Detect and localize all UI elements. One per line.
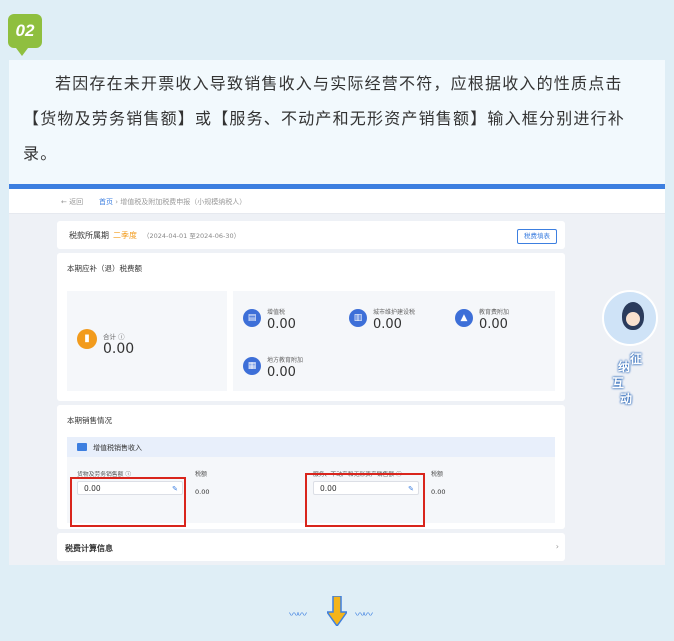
wave-right-icon: 〰〰 [355,610,373,621]
tax-due-title: 本期应补（退）税费额 [67,264,142,273]
goods-tax-value: 0.00 [195,488,210,496]
building-icon: ▥ [349,309,367,327]
goods-tax-label: 税额 [195,471,208,478]
scroll-down-indicator: 〰〰 〰〰 [289,596,385,630]
tax-period-season: 二季度 [113,231,137,240]
fill-form-button[interactable]: 税费填表 [517,229,557,244]
mascot-text-3: 互 [612,376,625,390]
tax-items-box: ▤ 增值税 0.00 ▥ 城市维护建设税 0.00 ▲ 教育费附加 0.00 ▦… [233,291,555,391]
tax-period-dates: （2024-04-01 至2024-06-30） [143,232,241,240]
tax-total-label: 合计 ⓘ [103,333,125,341]
tax-total-box: ▮ 合计 ⓘ 0.00 [67,291,227,391]
goods-highlight-box [70,477,186,527]
chevron-right-icon: › [555,542,559,551]
tax-item-value: 0.00 [373,317,402,332]
sales-card: 本期销售情况 增值税销售收入 货物及劳务销售额 ⓘ 0.00 ✎ 税额 0.00 … [57,405,565,529]
tax-period-label: 税款所属期 二季度 （2024-04-01 至2024-06-30） [69,231,241,240]
wave-left-icon: 〰〰 [289,610,307,621]
police-mascot-icon [622,302,644,330]
tax-total-value: 0.00 [103,341,135,357]
goods-tax-column: 税额 0.00 [195,469,209,496]
tax-item-name: 教育费附加 [479,309,510,316]
tax-due-card: 本期应补（退）税费额 ▮ 合计 ⓘ 0.00 ▤ 增值税 0.00 ▥ 城市维护… [57,253,565,401]
chart-icon: ▮ [77,329,97,349]
mascot-text-4: 动 [620,392,633,406]
tax-item-value: 0.00 [479,317,508,332]
back-link[interactable]: ← 返回 [61,197,83,207]
services-tax-label: 税额 [431,471,444,478]
services-tax-value: 0.00 [431,488,446,496]
services-highlight-box [305,473,425,527]
sales-title: 本期销售情况 [67,416,112,425]
tax-calc-title: 税费计算信息 [65,544,113,553]
vat-icon [77,443,87,451]
arrow-down-icon [327,596,347,626]
tax-item-name: 地方教育附加 [267,357,304,364]
instruction-text: 若因存在未开票收入导致销售收入与实际经营不符，应根据收入的性质点击【货物及劳务销… [23,74,626,163]
tax-period-card: 税款所属期 二季度 （2024-04-01 至2024-06-30） 税费填表 [57,221,565,249]
mascot-text-1: 征 [630,352,643,366]
invoice-icon: ▤ [243,309,261,327]
crumb-current: 增值税及附加税费申报（小规模纳税人） [120,198,247,206]
graduation-cap-icon: ▲ [455,309,473,327]
breadcrumb-path: 首页 › 增值税及附加税费申报（小规模纳税人） [99,198,247,206]
step-number-badge: 02 [8,14,42,56]
content-panel: 若因存在未开票收入导致销售收入与实际经营不符，应根据收入的性质点击【货物及劳务销… [9,60,665,565]
crumb-home[interactable]: 首页 [99,198,113,206]
vat-sales-header: 增值税销售收入 [67,437,555,457]
mascot-avatar [602,290,658,346]
tax-item-name: 增值税 [267,309,286,316]
tax-calc-card[interactable]: 税费计算信息 › [57,533,565,561]
tax-item-value: 0.00 [267,317,296,332]
tax-item-value: 0.00 [267,365,296,380]
services-tax-column: 税额 0.00 [431,469,445,496]
embedded-screenshot: ← 返回 首页 › 增值税及附加税费申报（小规模纳税人） 税款所属期 二季度 （20… [9,184,665,565]
book-icon: ▦ [243,357,261,375]
tax-item-name: 城市维护建设税 [373,309,416,316]
breadcrumb: ← 返回 首页 › 增值税及附加税费申报（小规模纳税人） [9,189,665,214]
mascot-text-2: 纳 [618,360,631,374]
